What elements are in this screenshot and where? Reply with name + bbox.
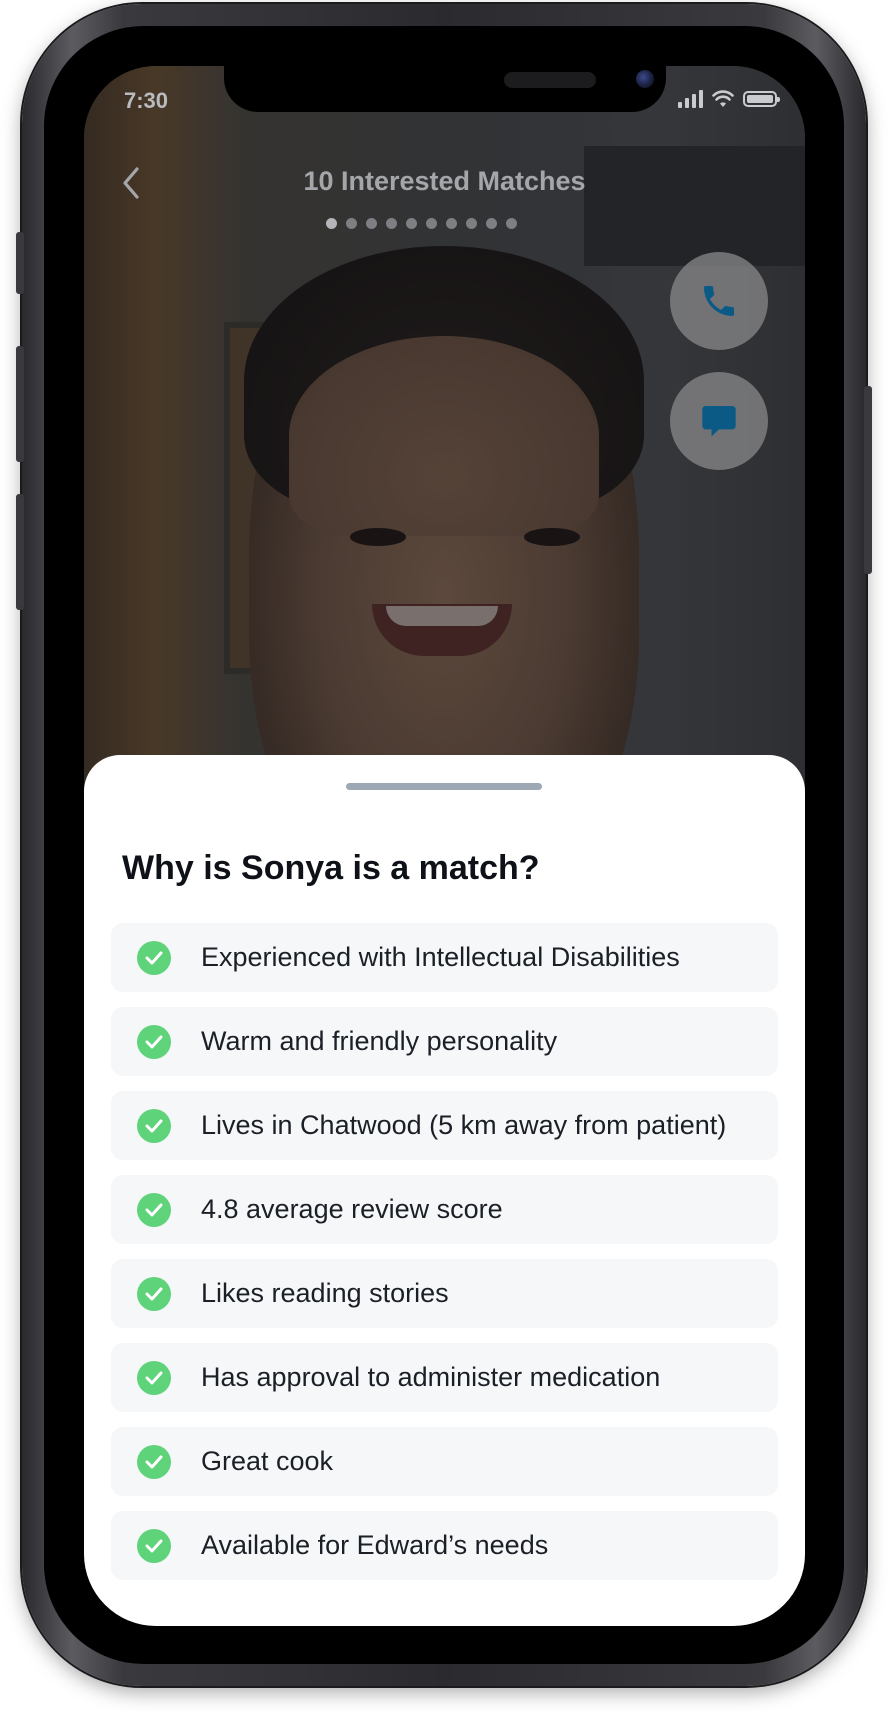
check-circle-icon bbox=[137, 1276, 171, 1311]
front-camera bbox=[636, 70, 654, 88]
sheet-title: Why is Sonya is a match? bbox=[122, 849, 540, 887]
check-circle-icon bbox=[137, 1024, 171, 1059]
list-item: Great cook bbox=[111, 1427, 778, 1496]
mute-switch bbox=[16, 232, 24, 294]
check-circle-icon bbox=[137, 1444, 171, 1479]
list-item: Experienced with Intellectual Disabiliti… bbox=[111, 923, 778, 992]
reason-text: Has approval to administer medication bbox=[201, 1362, 661, 1392]
list-item: Warm and friendly personality bbox=[111, 1007, 778, 1076]
check-circle-icon bbox=[137, 940, 171, 975]
phone-icon bbox=[704, 286, 734, 316]
pager-dot[interactable] bbox=[366, 218, 377, 229]
check-circle-icon bbox=[137, 1528, 171, 1563]
list-item: Lives in Chatwood (5 km away from patien… bbox=[111, 1091, 778, 1160]
reason-text: Available for Edward’s needs bbox=[201, 1530, 549, 1560]
chat-icon bbox=[702, 406, 736, 437]
pager-dot[interactable] bbox=[506, 218, 517, 229]
pager-dot[interactable] bbox=[326, 218, 337, 229]
speaker-grille bbox=[504, 72, 596, 88]
status-icons bbox=[678, 90, 780, 108]
check-circle-icon bbox=[137, 1108, 171, 1143]
pager-dot[interactable] bbox=[466, 218, 477, 229]
volume-down-button bbox=[16, 494, 24, 610]
reason-text: Warm and friendly personality bbox=[201, 1026, 558, 1056]
page-title: 10 Interested Matches bbox=[303, 166, 586, 196]
pager-dot[interactable] bbox=[486, 218, 497, 229]
pager-dot[interactable] bbox=[386, 218, 397, 229]
list-item: Has approval to administer medication bbox=[111, 1343, 778, 1412]
list-item: Available for Edward’s needs bbox=[111, 1511, 778, 1580]
volume-up-button bbox=[16, 346, 24, 462]
pager-dot[interactable] bbox=[426, 218, 437, 229]
call-button[interactable] bbox=[670, 252, 768, 350]
list-item: 4.8 average review score bbox=[111, 1175, 778, 1244]
list-item: Likes reading stories bbox=[111, 1259, 778, 1328]
power-button bbox=[864, 386, 872, 574]
check-circle-icon bbox=[137, 1192, 171, 1227]
reason-text: Lives in Chatwood (5 km away from patien… bbox=[201, 1110, 727, 1140]
pager-dot[interactable] bbox=[406, 218, 417, 229]
reason-text: 4.8 average review score bbox=[201, 1194, 503, 1224]
check-circle-icon bbox=[137, 1360, 171, 1395]
status-time: 7:30 bbox=[124, 88, 169, 113]
wifi-icon bbox=[712, 90, 734, 107]
pager-dot[interactable] bbox=[446, 218, 457, 229]
reason-text: Experienced with Intellectual Disabiliti… bbox=[201, 942, 680, 972]
match-pager[interactable] bbox=[326, 218, 517, 229]
signal-icon bbox=[678, 90, 703, 108]
reason-text: Great cook bbox=[201, 1446, 334, 1476]
pager-dot[interactable] bbox=[346, 218, 357, 229]
battery-icon bbox=[743, 91, 780, 107]
message-button[interactable] bbox=[670, 372, 768, 470]
drag-handle[interactable] bbox=[346, 783, 542, 790]
reason-text: Likes reading stories bbox=[201, 1278, 449, 1308]
screen: 7:30 10 Interested Matches Why is Sonya … bbox=[84, 66, 805, 1626]
reason-list: Experienced with Intellectual Disabiliti… bbox=[111, 923, 778, 1595]
match-reasons-sheet: Why is Sonya is a match? Experienced wit… bbox=[84, 755, 805, 1626]
notch bbox=[224, 66, 666, 112]
